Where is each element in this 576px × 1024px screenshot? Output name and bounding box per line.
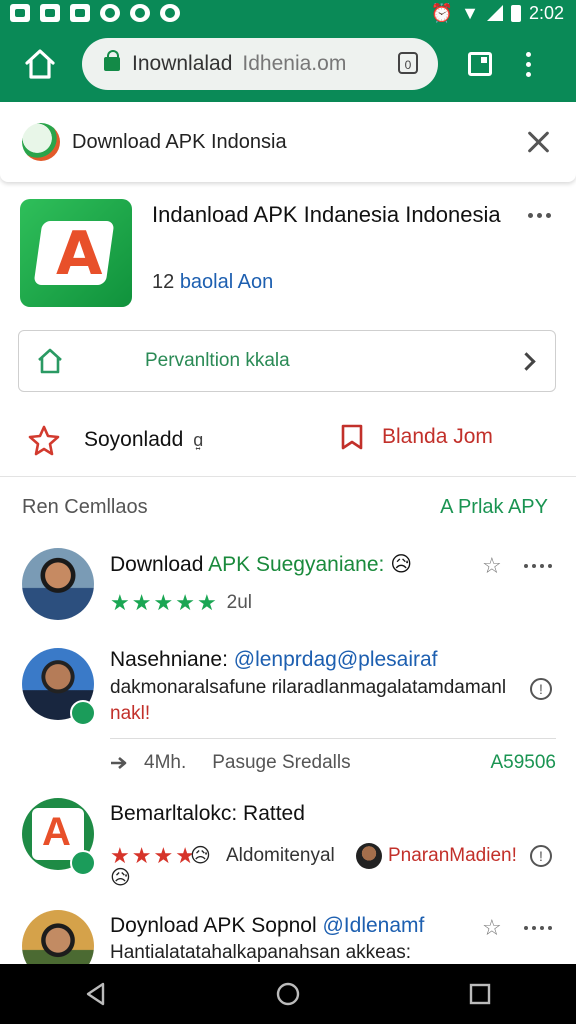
tab-switcher-button[interactable]: 0 (398, 52, 418, 74)
notification-icons (0, 4, 180, 22)
stats-right[interactable]: A59506 (490, 752, 556, 774)
review-body: dakmonaralsafune rilaradlanmagalatamdama… (110, 677, 507, 724)
rate-label: Soyonladd (84, 428, 184, 451)
reviews-link[interactable]: A Prlak APY (440, 496, 548, 519)
download-notification-icon (130, 4, 150, 22)
bookmark-icon (341, 424, 363, 450)
review-title: Doynload APK Sopnol @Idlenamf (110, 914, 425, 937)
home-icon (38, 348, 62, 374)
signal-icon (486, 5, 503, 21)
divider (110, 738, 556, 739)
app-title: Indanload APK Indanesia Indonesia (152, 202, 501, 227)
permission-label: Pervanltion kkala (145, 350, 290, 371)
mention-avatar[interactable] (356, 843, 382, 869)
banner-title: Download APK Indonsia (72, 130, 287, 153)
url-path: Inownlalad (132, 52, 233, 75)
bookmark-label: Blanda Jom (382, 425, 493, 448)
emoji: 😥 (110, 867, 131, 889)
app-more-icon[interactable] (528, 213, 551, 218)
info-icon[interactable]: ! (530, 678, 552, 700)
share-arrow-icon[interactable] (110, 756, 128, 770)
clock: 2:02 (528, 2, 564, 23)
browser-toolbar: Inownlalad Idhenia.om 0 (0, 26, 576, 102)
stats-row: 4Mh. Pasuge Sredalls A59506 (110, 752, 556, 774)
battery-icon (510, 4, 521, 22)
review-body: Hantialatatahalkapanahsan akkeas: (110, 942, 412, 963)
chevron-right-icon (517, 351, 536, 371)
site-logo (22, 123, 60, 161)
reviews-header: Ren Cemllaos (22, 496, 148, 518)
lock-icon (104, 50, 120, 71)
emoji: 😥 (390, 553, 413, 576)
home-icon[interactable] (22, 46, 58, 82)
bookmark-button[interactable]: Blanda Jom (340, 424, 493, 450)
system-nav-bar (0, 964, 576, 1024)
verified-badge-icon (70, 850, 96, 876)
url-bar[interactable]: Inownlalad Idhenia.om 0 (82, 38, 438, 90)
review-meta: Aldomitenyal (226, 845, 335, 866)
emoji: 😥 (190, 845, 211, 867)
app-sub-number: 12 (152, 271, 175, 293)
app-sub-text: baolal Aon (179, 271, 274, 293)
alarm-icon: ⏰ (430, 2, 454, 23)
review-title: Download APK Suegyaniane: 😥 (110, 553, 413, 576)
star-icon[interactable]: ☆ (482, 915, 502, 941)
permission-row[interactable]: Pervanltion kkala (18, 330, 556, 392)
back-icon[interactable] (83, 981, 109, 1007)
app-subtitle[interactable]: 12 baolal Aon (152, 271, 273, 294)
rating-stars: ★ ★ ★ ★ ★ 2ul (110, 590, 253, 615)
url-text: Inownlalad Idhenia.om (132, 52, 346, 76)
rating-meta: 2ul (226, 592, 253, 613)
stats-label: Pasuge Sredalls (212, 752, 351, 773)
star-icon[interactable]: ☆ (482, 553, 502, 579)
close-icon[interactable] (526, 130, 550, 154)
mention-name[interactable]: PnaranMadien! (388, 845, 517, 867)
url-domain: Idhenia.om (242, 52, 347, 75)
star-outline-icon (28, 425, 60, 456)
wifi-icon: ▼ (461, 2, 479, 23)
status-bar: ⏰ ▼ 2:02 (0, 0, 576, 26)
review-title: Nasehniane: @lenprdag@plesairaf (110, 648, 438, 671)
recents-icon[interactable] (467, 981, 493, 1007)
home-nav-icon[interactable] (275, 981, 301, 1007)
more-vert-icon[interactable] (526, 51, 531, 77)
photo-notification-icon (40, 4, 60, 22)
stats-count: 4Mh. (144, 752, 187, 773)
image-notification-icon (10, 4, 30, 22)
site-banner: Download APK Indonsia (0, 102, 576, 182)
verified-badge-icon (70, 700, 96, 726)
app-notification-icon (100, 4, 120, 22)
more-horiz-icon[interactable] (524, 926, 552, 930)
review-title: Bemarltalokc: Ratted (110, 802, 305, 825)
app-icon: A (20, 199, 132, 307)
rate-button[interactable]: Soyonladd ɑ͍ (28, 424, 203, 456)
camera-notification-icon (70, 4, 90, 22)
more-horiz-icon[interactable] (524, 564, 552, 568)
info-icon[interactable]: ! (530, 845, 552, 867)
rate-suffix: ɑ͍ (193, 429, 204, 450)
sync-notification-icon (160, 4, 180, 22)
avatar[interactable] (22, 548, 94, 620)
tabs-button[interactable] (468, 52, 492, 76)
divider (0, 476, 576, 477)
